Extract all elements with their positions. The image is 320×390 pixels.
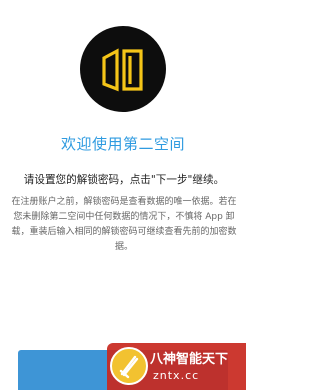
door-icon [102, 48, 143, 92]
watermark-url: zntx.cc [153, 369, 200, 382]
app-logo [80, 26, 166, 112]
welcome-title: 欢迎使用第二空间 [60, 135, 185, 153]
broom-icon [119, 355, 139, 379]
setup-screen: 欢迎使用第二空间 请设置您的解锁密码，点击"下一步"继续。 在注册账户之前，解锁… [0, 0, 246, 390]
password-description: 在注册账户之前，解锁密码是查看数据的唯一依据。若在您未删除第二空间中任何数据的情… [11, 197, 237, 252]
watermark-logo [110, 347, 148, 385]
watermark-title: 八神智能天下 [150, 352, 229, 367]
site-watermark: 八神智能天下 zntx.cc [107, 343, 246, 390]
setup-prompt: 请设置您的解锁密码，点击"下一步"继续。 [23, 174, 225, 186]
